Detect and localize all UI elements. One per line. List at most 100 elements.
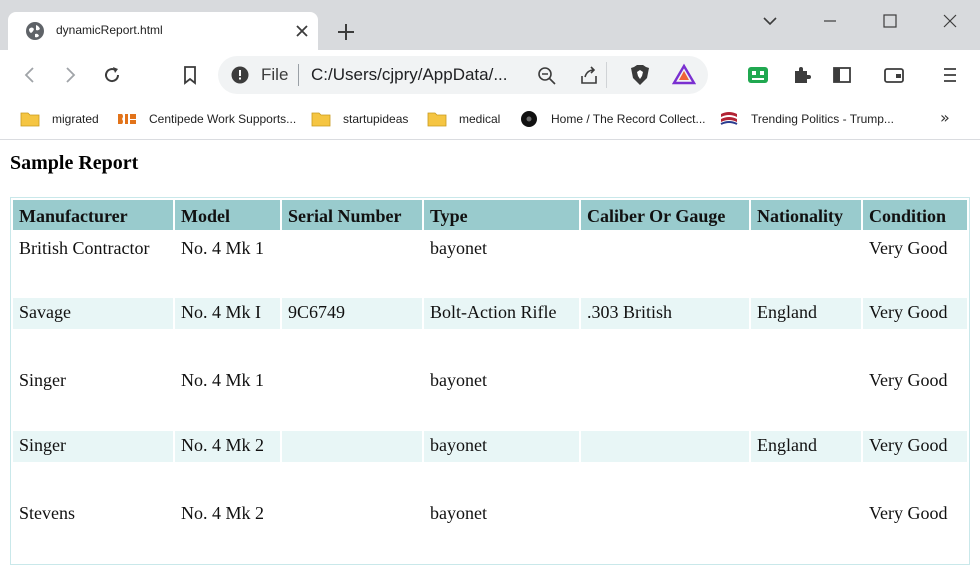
folder-icon	[311, 112, 331, 127]
table-cell: No. 4 Mk 1	[181, 369, 265, 390]
url-text[interactable]: C:/Users/cjpry/AppData/...	[311, 65, 508, 85]
new-tab-plus-icon[interactable]	[334, 20, 358, 44]
table-cell: Singer	[19, 369, 66, 390]
flag-icon	[720, 112, 738, 125]
table-cell: Very Good	[869, 369, 948, 390]
tab-strip: dynamicReport.html	[0, 0, 980, 50]
bookmark-label: medical	[459, 112, 501, 126]
table-cell: bayonet	[424, 431, 579, 462]
table-cell: bayonet	[430, 502, 487, 523]
bookmark-icon[interactable]	[178, 63, 202, 87]
bookmark-centipede[interactable]: Centipede Work Supports...	[117, 104, 296, 134]
table-cell	[282, 431, 422, 462]
table-cell: No. 4 Mk 1	[181, 238, 265, 258]
table-cell: England	[751, 431, 861, 462]
table-cell	[751, 464, 861, 562]
hamburger-menu-icon[interactable]	[938, 63, 962, 87]
maximize-icon[interactable]	[878, 10, 902, 32]
table-cell	[282, 464, 422, 562]
tab-title: dynamicReport.html	[56, 23, 163, 37]
table-cell: British Contractor	[19, 238, 150, 258]
report-table: Manufacturer Model Serial Number Type Ca…	[10, 197, 970, 565]
omnibox-separator	[298, 64, 299, 86]
folder-icon	[20, 112, 40, 127]
extension-app-icon[interactable]	[746, 63, 770, 87]
table-cell	[581, 464, 749, 562]
bookmark-startupideas[interactable]: startupideas	[311, 104, 408, 134]
table-cell: .303 British	[581, 298, 749, 329]
table-cell	[581, 431, 749, 462]
table-cell: Very Good	[863, 431, 967, 462]
reload-icon[interactable]	[100, 63, 124, 87]
table-cell	[581, 232, 749, 296]
table-cell	[282, 331, 422, 429]
close-tab-icon[interactable]	[294, 23, 310, 39]
side-panel-icon[interactable]	[830, 63, 854, 87]
brave-shield-icon[interactable]	[628, 63, 652, 87]
table-cell: Savage	[13, 298, 173, 329]
info-icon[interactable]	[230, 65, 250, 85]
record-icon	[521, 111, 537, 127]
table-cell: Very Good	[869, 502, 948, 523]
wallet-icon[interactable]	[882, 63, 906, 87]
table-row: Savage No. 4 Mk I 9C6749 Bolt-Action Rif…	[13, 298, 967, 329]
more-bookmarks-chevron-icon[interactable]: »	[940, 108, 958, 127]
forward-arrow-icon[interactable]	[58, 63, 82, 87]
table-cell: No. 4 Mk 2	[181, 502, 265, 523]
column-header: Caliber Or Gauge	[581, 200, 749, 230]
bookmark-medical[interactable]: medical	[427, 104, 500, 134]
extensions-puzzle-icon[interactable]	[790, 63, 814, 87]
column-header: Model	[175, 200, 280, 230]
bookmark-record-collector[interactable]: Home / The Record Collect...	[519, 104, 706, 134]
table-cell	[751, 232, 861, 296]
table-row: Stevens No. 4 Mk 2 bayonet Very Good	[13, 464, 967, 562]
column-header: Condition	[863, 200, 967, 230]
bookmark-label: Trending Politics - Trump...	[751, 112, 894, 126]
table-header-row: Manufacturer Model Serial Number Type Ca…	[13, 200, 967, 230]
bookmark-label: Home / The Record Collect...	[551, 112, 706, 126]
brave-rewards-icon[interactable]	[672, 63, 696, 87]
table-cell: No. 4 Mk 2	[175, 431, 280, 462]
table-row: Singer No. 4 Mk 2 bayonet England Very G…	[13, 431, 967, 462]
table-cell: Singer	[13, 431, 173, 462]
table-cell: Very Good	[869, 238, 948, 258]
table-cell: England	[751, 298, 861, 329]
column-header: Manufacturer	[13, 200, 173, 230]
column-header: Type	[424, 200, 579, 230]
bookmark-label: startupideas	[343, 112, 409, 126]
table-cell: bayonet	[430, 369, 487, 390]
back-arrow-icon[interactable]	[18, 63, 42, 87]
table-cell: Bolt-Action Rifle	[424, 298, 579, 329]
bora-icon	[117, 112, 137, 126]
scheme-label: File	[261, 65, 289, 84]
table-cell	[282, 232, 422, 296]
table-cell	[751, 331, 861, 429]
chevron-down-icon[interactable]	[758, 10, 782, 32]
share-icon[interactable]	[578, 64, 600, 86]
table-cell: 9C6749	[282, 298, 422, 329]
table-row: Singer No. 4 Mk 1 bayonet Very Good	[13, 331, 967, 429]
table-cell: bayonet	[430, 238, 487, 258]
active-tab[interactable]: dynamicReport.html	[8, 12, 318, 50]
table-cell: Very Good	[863, 298, 967, 329]
page-title: Sample Report	[10, 152, 139, 174]
folder-icon	[427, 112, 447, 127]
bookmark-label: Centipede Work Supports...	[149, 112, 297, 126]
bookmarks-bar: migrated Centipede Work Supports... star…	[0, 100, 980, 140]
bookmark-trending-politics[interactable]: Trending Politics - Trump...	[719, 104, 894, 134]
column-header: Nationality	[751, 200, 861, 230]
bookmark-migrated[interactable]: migrated	[20, 104, 99, 134]
table-cell	[581, 331, 749, 429]
table-row: British Contractor No. 4 Mk 1 bayonet Ve…	[13, 232, 967, 296]
zoom-out-icon[interactable]	[536, 65, 558, 87]
table-cell: Stevens	[19, 502, 75, 523]
globe-icon	[26, 22, 44, 40]
page-content: Sample Report Manufacturer Model Serial …	[0, 141, 980, 588]
toolbar-divider	[606, 62, 607, 88]
close-window-icon[interactable]	[938, 10, 962, 32]
browser-toolbar: File C:/Users/cjpry/AppData/... 6	[0, 50, 980, 127]
minimize-icon[interactable]	[818, 10, 842, 32]
table-cell: No. 4 Mk I	[175, 298, 280, 329]
column-header: Serial Number	[282, 200, 422, 230]
bookmark-label: migrated	[52, 112, 99, 126]
